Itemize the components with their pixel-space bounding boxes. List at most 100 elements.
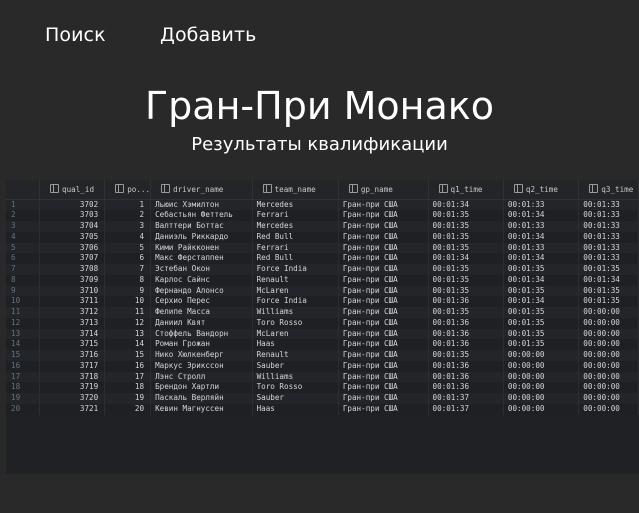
table-cell[interactable]: 8 bbox=[104, 274, 152, 286]
table-cell[interactable]: 2 bbox=[104, 210, 152, 221]
table-cell[interactable]: 00:01:35 bbox=[503, 328, 580, 340]
column-header[interactable]: team_name bbox=[252, 180, 339, 200]
table-cell[interactable]: Гран-при США bbox=[338, 339, 429, 350]
table-cell[interactable]: Гран-при США bbox=[338, 307, 429, 318]
table-cell[interactable]: Renault bbox=[252, 350, 339, 361]
table-row[interactable]: 16 3717 16 Маркус Эрикссон Sauber Гран-при СШ… bbox=[6, 360, 639, 372]
table-cell[interactable]: 00:01:35 bbox=[503, 264, 580, 275]
table-cell[interactable]: 00:01:34 bbox=[503, 210, 580, 221]
table-cell[interactable]: Роман Грожан bbox=[150, 339, 253, 350]
table-cell[interactable]: Гран-при США bbox=[338, 199, 429, 211]
table-cell[interactable]: Ferrari bbox=[252, 242, 339, 254]
table-cell[interactable]: 00:01:36 bbox=[428, 317, 504, 329]
table-cell[interactable]: 11 bbox=[104, 307, 152, 318]
table-cell[interactable]: Карлос Сайнс bbox=[150, 274, 253, 286]
table-cell[interactable]: 00:01:37 bbox=[428, 403, 504, 415]
table-row[interactable]: 18 3719 18 Брендон Хартли Toro Rosso Гран-при… bbox=[6, 382, 639, 393]
table-row[interactable]: 4 3705 4 Даниэль Риккардо Red Bull Гран-при С… bbox=[6, 231, 639, 243]
table-cell[interactable]: 20 bbox=[104, 403, 152, 415]
table-cell[interactable]: 00:01:35 bbox=[503, 339, 580, 350]
table-cell[interactable]: 4 bbox=[104, 231, 152, 243]
table-cell[interactable]: Гран-при США bbox=[338, 360, 429, 372]
table-cell[interactable]: 00:00:00 bbox=[578, 360, 639, 372]
table-cell[interactable]: Ferrari bbox=[252, 210, 339, 221]
table-cell[interactable]: 12 bbox=[104, 317, 152, 329]
table-cell[interactable]: Haas bbox=[252, 339, 339, 350]
table-cell[interactable]: Гран-при США bbox=[338, 285, 429, 297]
table-cell[interactable]: 00:01:33 bbox=[503, 242, 580, 254]
table-cell[interactable]: 9 bbox=[104, 285, 152, 297]
table-row[interactable]: 2 3703 2 Себастьян Феттель Ferrari Гран-при С… bbox=[6, 210, 639, 221]
table-cell[interactable]: McLaren bbox=[252, 285, 339, 297]
table-cell[interactable]: 00:01:34 bbox=[428, 199, 504, 211]
table-cell[interactable]: Гран-при США bbox=[338, 210, 429, 221]
search-link[interactable]: Поиск bbox=[45, 24, 106, 46]
table-cell[interactable]: 6 bbox=[104, 253, 152, 264]
table-row[interactable]: 1 3702 1 Льюис Хэмилтон Mercedes Гран-при США… bbox=[6, 199, 639, 211]
table-cell[interactable]: 16 bbox=[104, 360, 152, 372]
table-cell[interactable]: 00:01:35 bbox=[503, 307, 580, 318]
table-cell[interactable]: 00:00:00 bbox=[578, 382, 639, 393]
table-cell[interactable]: 00:01:33 bbox=[578, 231, 639, 243]
table-cell[interactable]: 3705 bbox=[39, 231, 106, 243]
table-cell[interactable]: 00:01:34 bbox=[503, 274, 580, 286]
table-cell[interactable]: 00:01:35 bbox=[428, 350, 504, 361]
table-cell[interactable]: 00:01:36 bbox=[428, 296, 504, 307]
table-cell[interactable]: 00:00:00 bbox=[503, 371, 580, 383]
table-cell[interactable]: Mercedes bbox=[252, 221, 339, 232]
table-cell[interactable]: 3720 bbox=[39, 393, 106, 404]
table-cell[interactable]: 3714 bbox=[39, 328, 106, 340]
table-cell[interactable]: 5 bbox=[104, 242, 152, 254]
table-cell[interactable]: Даниил Квят bbox=[150, 317, 253, 329]
table-cell[interactable]: 3 bbox=[104, 221, 152, 232]
table-cell[interactable]: Макс Ферстаппен bbox=[150, 253, 253, 264]
table-cell[interactable]: 00:01:33 bbox=[578, 253, 639, 264]
table-cell[interactable]: 00:01:35 bbox=[428, 274, 504, 286]
table-row[interactable]: 15 3716 15 Нико Хюлкенберг Renault Гран-при С… bbox=[6, 350, 639, 361]
results-grid[interactable]: qual_id ро... driver_name team_name gp_n… bbox=[6, 180, 639, 474]
table-cell[interactable]: Sauber bbox=[252, 360, 339, 372]
table-cell[interactable]: 00:01:33 bbox=[578, 242, 639, 254]
table-cell[interactable]: 3716 bbox=[39, 350, 106, 361]
table-cell[interactable]: 00:01:33 bbox=[503, 221, 580, 232]
table-cell[interactable]: 00:01:33 bbox=[578, 199, 639, 211]
table-cell[interactable]: Гран-при США bbox=[338, 382, 429, 393]
table-cell[interactable]: Renault bbox=[252, 274, 339, 286]
table-row[interactable]: 20 3721 20 Кевин Магнуссен Haas Гран-при США 0… bbox=[6, 403, 639, 415]
table-cell[interactable]: 13 bbox=[104, 328, 152, 340]
table-row[interactable]: 13 3714 13 Стоффель Вандорн McLaren Гран-при … bbox=[6, 328, 639, 340]
table-cell[interactable]: 00:00:00 bbox=[578, 403, 639, 415]
table-cell[interactable]: 00:00:00 bbox=[503, 403, 580, 415]
table-cell[interactable]: 3712 bbox=[39, 307, 106, 318]
table-row[interactable]: 7 3708 7 Эстебан Окон Force India Гран-при СШ… bbox=[6, 264, 639, 275]
table-cell[interactable]: 00:01:36 bbox=[428, 328, 504, 340]
table-cell[interactable]: 3713 bbox=[39, 317, 106, 329]
table-row[interactable]: 14 3715 14 Роман Грожан Haas Гран-при США 00:0… bbox=[6, 339, 639, 350]
table-cell[interactable]: Гран-при США bbox=[338, 221, 429, 232]
table-cell[interactable]: Williams bbox=[252, 307, 339, 318]
table-cell[interactable]: Гран-при США bbox=[338, 317, 429, 329]
table-cell[interactable]: 00:00:00 bbox=[578, 393, 639, 404]
column-header[interactable]: q3_time bbox=[578, 180, 639, 200]
table-cell[interactable]: Sauber bbox=[252, 393, 339, 404]
table-cell[interactable]: Force India bbox=[252, 264, 339, 275]
table-cell[interactable]: 10 bbox=[104, 296, 152, 307]
table-cell[interactable]: Haas bbox=[252, 403, 339, 415]
table-cell[interactable]: Кими Райкконен bbox=[150, 242, 253, 254]
table-cell[interactable]: 00:00:00 bbox=[578, 307, 639, 318]
table-row[interactable]: 17 3718 17 Лэнс Стролл Williams Гран-при США 0… bbox=[6, 371, 639, 383]
table-cell[interactable]: 00:01:35 bbox=[503, 285, 580, 297]
table-cell[interactable]: 00:01:34 bbox=[503, 231, 580, 243]
table-cell[interactable]: Red Bull bbox=[252, 253, 339, 264]
column-header[interactable]: gp_name bbox=[338, 180, 429, 200]
table-cell[interactable]: 00:00:00 bbox=[503, 393, 580, 404]
table-cell[interactable]: Toro Rosso bbox=[252, 317, 339, 329]
table-cell[interactable]: Нико Хюлкенберг bbox=[150, 350, 253, 361]
table-cell[interactable]: Гран-при США bbox=[338, 264, 429, 275]
table-cell[interactable]: Фернандо Алонсо bbox=[150, 285, 253, 297]
table-cell[interactable]: 00:01:35 bbox=[428, 210, 504, 221]
table-cell[interactable]: 3703 bbox=[39, 210, 106, 221]
table-cell[interactable]: Даниэль Риккардо bbox=[150, 231, 253, 243]
table-cell[interactable]: 00:01:34 bbox=[503, 253, 580, 264]
table-cell[interactable]: Лэнс Стролл bbox=[150, 371, 253, 383]
